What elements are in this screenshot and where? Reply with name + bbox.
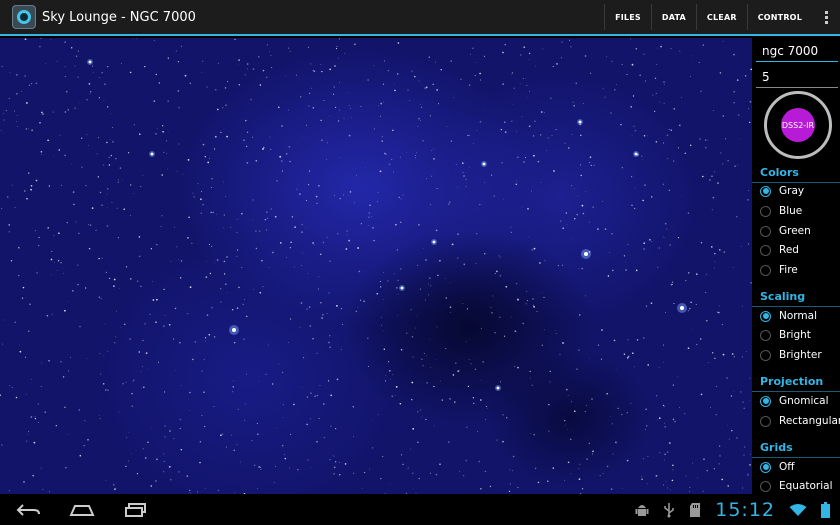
- control-panel: DSS2-IR Colors Gray Blue Green Red Fire …: [751, 38, 840, 495]
- object-name-input[interactable]: [756, 40, 838, 62]
- app-title: Sky Lounge - NGC 7000: [42, 9, 196, 25]
- radio-icon: [760, 349, 771, 361]
- app-window: Sky Lounge - NGC 7000 FILES DATA CLEAR C…: [0, 0, 840, 525]
- app-icon[interactable]: [12, 5, 36, 29]
- radio-icon: [760, 461, 771, 473]
- radio-icon: [760, 329, 771, 341]
- back-icon[interactable]: [2, 494, 54, 525]
- recent-apps-icon[interactable]: [110, 494, 162, 525]
- data-button[interactable]: DATA: [650, 4, 696, 30]
- sd-card-icon: [689, 502, 701, 518]
- color-option-blue[interactable]: Blue: [760, 202, 802, 220]
- color-option-red[interactable]: Red: [760, 241, 799, 259]
- android-debug-icon: [635, 502, 649, 518]
- overflow-menu-icon[interactable]: [812, 0, 840, 35]
- sky-image-view[interactable]: [0, 38, 752, 494]
- projection-option-gnomical[interactable]: Gnomical: [760, 392, 829, 410]
- scaling-section-title: Scaling: [751, 290, 840, 307]
- status-area[interactable]: 15:12: [635, 494, 830, 525]
- projection-section-title: Projection: [751, 375, 840, 392]
- grids-option-off[interactable]: Off: [760, 458, 795, 476]
- scaling-option-brighter[interactable]: Brighter: [760, 346, 822, 364]
- radio-icon: [760, 244, 771, 256]
- radio-icon: [760, 264, 771, 276]
- colors-section-title: Colors: [752, 166, 840, 183]
- battery-icon: [821, 501, 830, 518]
- color-option-gray[interactable]: Gray: [760, 182, 804, 200]
- radio-icon: [760, 205, 771, 217]
- radio-icon: [760, 395, 771, 407]
- radio-icon: [760, 185, 771, 197]
- system-navigation-bar: 15:12: [0, 494, 840, 525]
- home-icon[interactable]: [56, 494, 108, 525]
- radio-icon: [760, 415, 771, 427]
- survey-selector-ring[interactable]: DSS2-IR: [764, 91, 832, 159]
- survey-button[interactable]: DSS2-IR: [781, 108, 815, 142]
- color-option-green[interactable]: Green: [760, 222, 811, 240]
- status-clock: 15:12: [715, 498, 775, 521]
- radio-icon: [760, 480, 771, 492]
- clear-button[interactable]: CLEAR: [695, 4, 747, 30]
- color-option-fire[interactable]: Fire: [760, 261, 798, 279]
- grids-option-equatorial[interactable]: Equatorial: [760, 477, 833, 495]
- radio-icon: [760, 310, 771, 322]
- scaling-option-bright[interactable]: Bright: [760, 326, 811, 344]
- star-field: [0, 38, 752, 494]
- radio-icon: [760, 225, 771, 237]
- files-button[interactable]: FILES: [604, 4, 651, 30]
- grids-section-title: Grids: [752, 441, 840, 458]
- wifi-icon: [789, 503, 807, 517]
- field-size-input[interactable]: [756, 66, 838, 88]
- action-bar: Sky Lounge - NGC 7000 FILES DATA CLEAR C…: [0, 0, 840, 36]
- control-button[interactable]: CONTROL: [746, 4, 812, 30]
- scaling-option-normal[interactable]: Normal: [760, 307, 817, 325]
- projection-option-rectangular[interactable]: Rectangular: [760, 412, 840, 430]
- usb-icon: [663, 502, 675, 518]
